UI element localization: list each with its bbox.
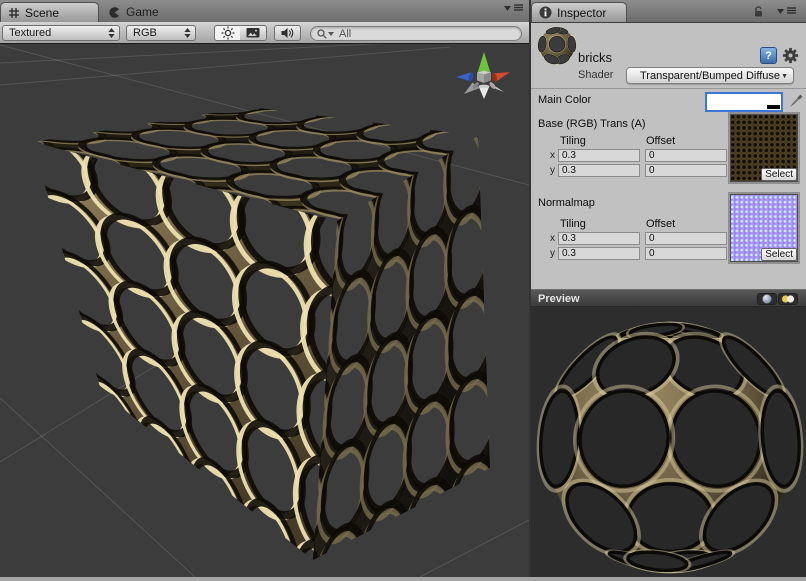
base-offset-y-field[interactable] <box>645 164 727 177</box>
image-icon <box>246 27 260 39</box>
scene-panel-menu[interactable] <box>504 4 523 11</box>
header-separator <box>531 88 806 89</box>
normalmap-label: Normalmap <box>538 197 595 209</box>
orientation-gizmo[interactable] <box>456 52 510 99</box>
scene-overlay-toggle[interactable] <box>240 25 267 41</box>
scene-toolbar: Textured RGB <box>0 22 529 44</box>
scene-viewport[interactable] <box>0 44 529 577</box>
normalmap-tiling-header: Tiling <box>560 218 586 230</box>
scene-lighting-toggle[interactable] <box>214 25 241 41</box>
material-preview-ball <box>537 26 577 66</box>
tab-scene[interactable]: Scene <box>0 2 99 22</box>
preview-sphere-render <box>531 307 806 581</box>
main-color-swatch[interactable] <box>705 92 783 112</box>
shader-label: Shader <box>578 69 613 81</box>
normalmap-offset-y-field[interactable] <box>645 247 727 260</box>
search-input[interactable] <box>337 27 501 41</box>
scene-3d-view <box>0 44 529 577</box>
base-offset-header: Offset <box>646 135 675 147</box>
base-texture-label: Base (RGB) Trans (A) <box>538 118 646 130</box>
base-offset-x-field[interactable] <box>645 149 727 162</box>
tab-game-label: Game <box>126 5 159 19</box>
base-tiling-x-field[interactable] <box>558 149 640 162</box>
normalmap-select-button[interactable]: Select <box>761 248 797 261</box>
search-filter-arrow-icon <box>328 32 334 36</box>
scene-audio-toggle[interactable] <box>274 25 301 41</box>
updown-arrows-icon <box>184 28 191 38</box>
scene-grid-icon <box>8 7 20 19</box>
base-texture-thumbnail[interactable]: Select <box>728 112 800 184</box>
chevron-down-icon: ▼ <box>781 73 788 80</box>
shader-dropdown[interactable]: Transparent/Bumped Diffuse ▼ <box>626 67 794 84</box>
tab-inspector-label: Inspector <box>557 6 606 20</box>
sphere-icon <box>762 294 772 304</box>
normalmap-offset-x-field[interactable] <box>645 232 727 245</box>
inspector-panel: Inspector bricks Shader Transparent <box>531 0 806 581</box>
base-texture-select-button[interactable]: Select <box>761 168 797 181</box>
sun-icon <box>221 26 235 40</box>
normalmap-offset-header: Offset <box>646 218 675 230</box>
inspector-lock[interactable] <box>753 6 764 17</box>
preview-header[interactable]: Preview <box>531 289 806 307</box>
eyedropper-icon[interactable] <box>787 92 803 112</box>
base-x-label: x <box>550 150 555 161</box>
alpha-strip <box>708 105 780 109</box>
search-icon <box>317 29 327 39</box>
inspector-body: bricks Shader Transparent/Bumped Diffuse… <box>531 22 806 577</box>
normalmap-x-label: x <box>550 233 555 244</box>
window-bottom-edge <box>0 577 806 581</box>
unity-editor-window: Scene Game Textured <box>0 0 806 581</box>
base-tiling-y-field[interactable] <box>558 164 640 177</box>
material-preview-area[interactable]: + <box>531 307 806 581</box>
game-icon <box>108 6 121 19</box>
info-icon <box>539 6 552 19</box>
lock-icon <box>753 6 764 17</box>
render-mode-dropdown[interactable]: Textured <box>2 25 120 41</box>
settings-gear-button[interactable] <box>782 47 799 64</box>
normalmap-thumbnail[interactable]: Select <box>728 192 800 264</box>
base-y-label: y <box>550 165 555 176</box>
updown-arrows-icon <box>108 28 115 38</box>
normalmap-tiling-x-field[interactable] <box>558 232 640 245</box>
scene-search-field[interactable] <box>310 26 522 41</box>
material-name: bricks <box>578 50 612 65</box>
dropdown-triangle-icon <box>777 8 784 14</box>
help-button[interactable]: ? <box>760 47 777 64</box>
speaker-icon <box>281 27 294 39</box>
channel-mode-value: RGB <box>133 27 157 39</box>
inspector-panel-menu[interactable] <box>777 7 796 14</box>
scene-tab-bar: Scene Game <box>0 0 529 23</box>
shader-value: Transparent/Bumped Diffuse <box>640 70 780 82</box>
tab-scene-label: Scene <box>25 6 59 20</box>
channel-mode-dropdown[interactable]: RGB <box>126 25 196 41</box>
main-color-label: Main Color <box>538 94 591 106</box>
two-lights-icon <box>781 294 795 304</box>
preview-lighting-button[interactable] <box>778 293 798 305</box>
base-tiling-header: Tiling <box>560 135 586 147</box>
normalmap-tiling-y-field[interactable] <box>558 247 640 260</box>
inspector-tab-bar: Inspector <box>531 0 806 23</box>
hamburger-menu-icon <box>787 7 796 14</box>
tab-game[interactable]: Game <box>108 2 159 22</box>
scene-panel: Scene Game Textured <box>0 0 529 581</box>
hamburger-menu-icon <box>514 4 523 11</box>
normalmap-y-label: y <box>550 248 555 259</box>
preview-mesh-button[interactable] <box>757 293 777 305</box>
preview-title: Preview <box>538 293 580 305</box>
tab-inspector[interactable]: Inspector <box>531 2 627 22</box>
render-mode-value: Textured <box>9 27 51 39</box>
dropdown-triangle-icon <box>504 5 511 11</box>
